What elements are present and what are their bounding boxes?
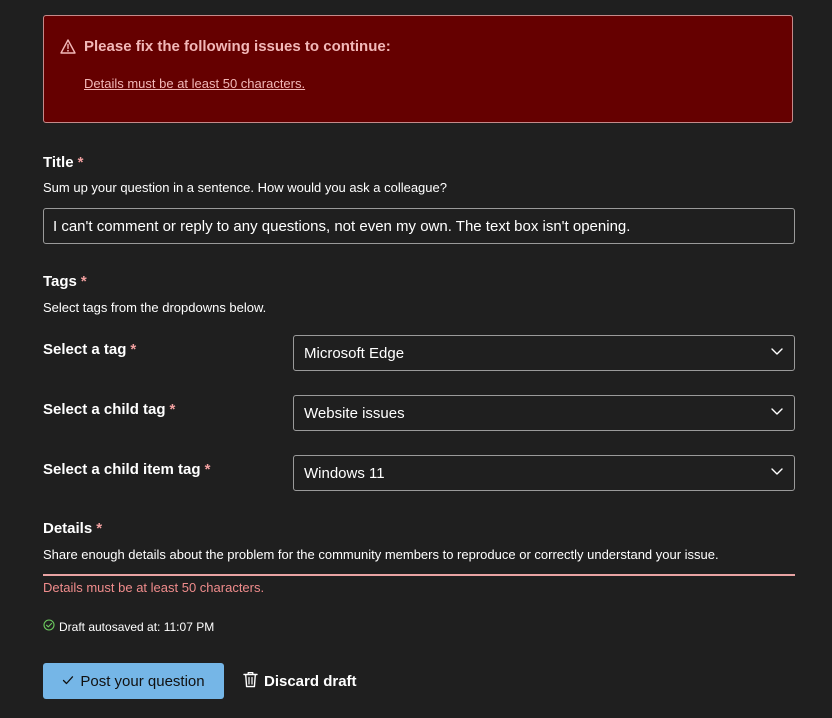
discard-draft-button[interactable]: Discard draft [243,663,357,699]
tags-label-text: Tags [43,273,77,290]
required-mark: * [169,401,176,418]
title-label: Title * [43,154,83,171]
discard-draft-label: Discard draft [264,672,357,690]
required-mark: * [80,273,87,290]
details-label-text: Details [43,520,93,537]
required-mark: * [204,461,211,478]
chevron-down-icon [770,464,784,482]
details-error-message: Details must be at least 50 characters. [43,580,265,595]
details-label: Details * [43,520,102,537]
select-child-tag-value: Website issues [304,404,405,422]
select-child-item-tag-label-text: Select a child item tag [43,461,201,478]
required-mark: * [96,520,103,537]
trash-icon [243,671,258,692]
title-input[interactable] [43,208,795,244]
select-child-tag-label-text: Select a child tag [43,401,166,418]
details-editor[interactable] [43,574,795,576]
select-child-item-tag-dropdown[interactable]: Windows 11 [293,455,795,491]
error-banner: Please fix the following issues to conti… [43,15,793,123]
error-details-link[interactable]: Details must be at least 50 characters. [84,76,305,91]
required-mark: * [77,154,84,171]
select-tag-label-text: Select a tag [43,341,127,358]
chevron-down-icon [770,404,784,422]
ask-question-form: Please fix the following issues to conti… [0,0,832,718]
error-heading-text: Please fix the following issues to conti… [84,38,391,55]
required-mark: * [130,341,137,358]
select-tag-value: Microsoft Edge [304,344,405,362]
post-question-label: Post your question [80,672,205,690]
title-hint: Sum up your question in a sentence. How … [43,180,447,195]
select-tag-dropdown[interactable]: Microsoft Edge [293,335,795,371]
title-label-text: Title [43,154,74,171]
post-question-button[interactable]: Post your question [43,663,224,699]
select-child-tag-dropdown[interactable]: Website issues [293,395,795,431]
tags-label: Tags * [43,273,87,290]
autosave-status: Draft autosaved at: 11:07 PM [43,619,214,634]
chevron-down-icon [770,344,784,362]
check-circle-icon [43,619,55,634]
autosave-text: Draft autosaved at: 11:07 PM [59,619,215,634]
error-heading: Please fix the following issues to conti… [60,38,391,55]
check-icon [62,673,74,690]
select-child-tag-label: Select a child tag * [43,401,175,418]
warning-icon [60,39,76,54]
select-child-item-tag-value: Windows 11 [304,464,385,482]
tags-hint: Select tags from the dropdowns below. [43,300,267,315]
details-hint: Share enough details about the problem f… [43,547,719,562]
select-child-item-tag-label: Select a child item tag * [43,461,210,478]
select-tag-label: Select a tag * [43,341,136,358]
